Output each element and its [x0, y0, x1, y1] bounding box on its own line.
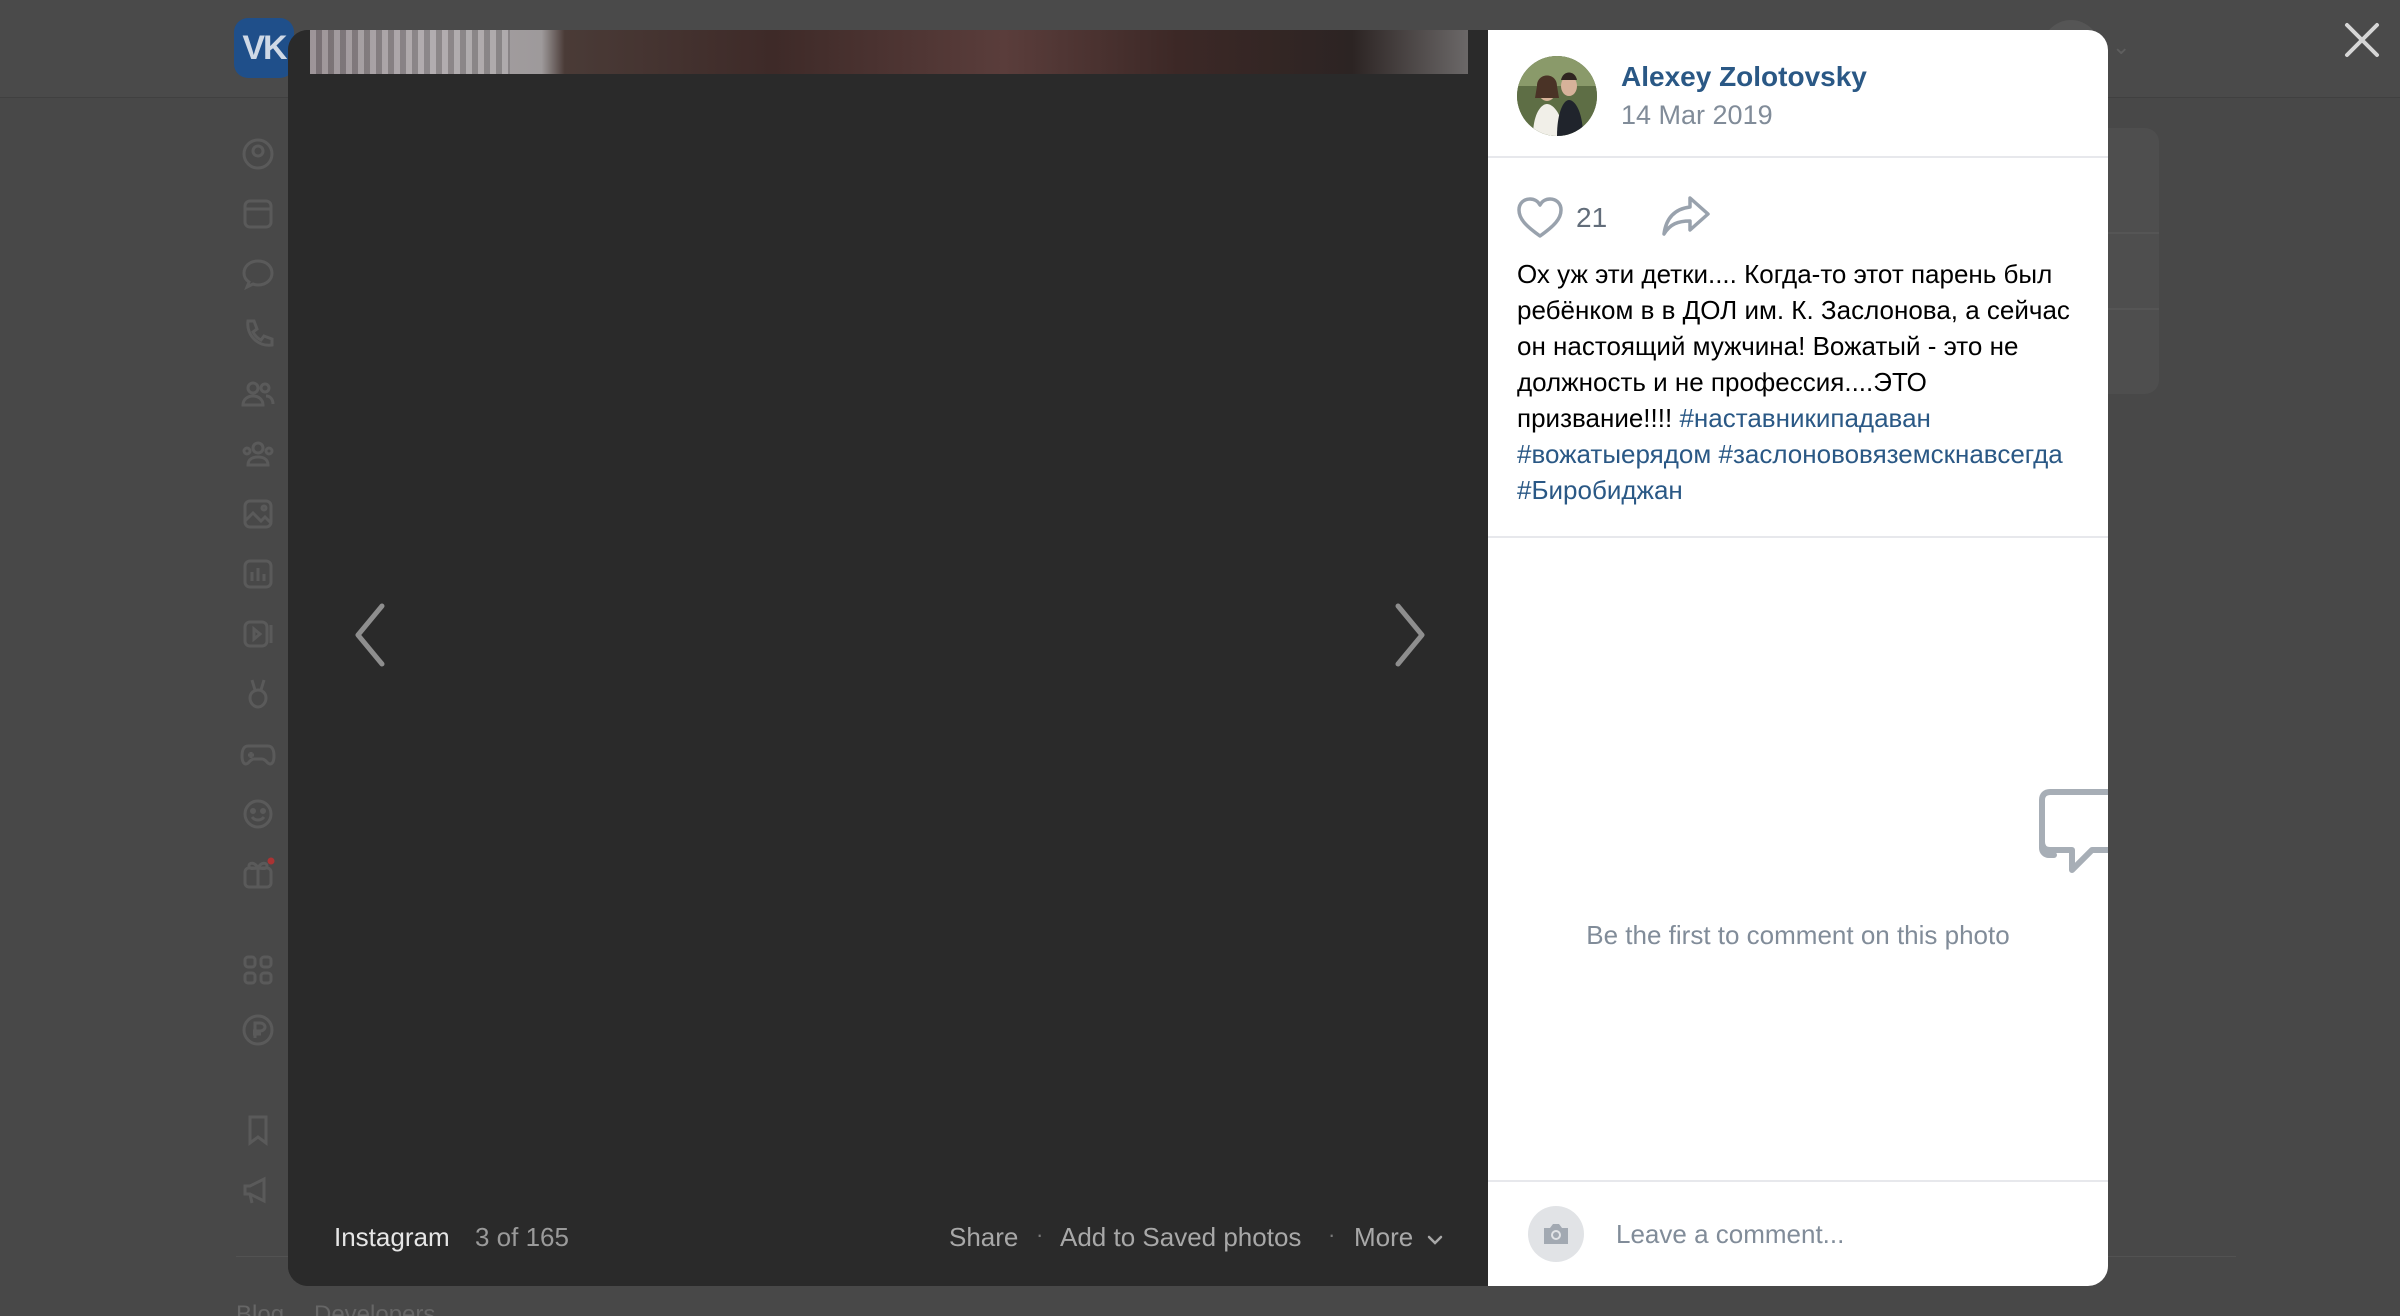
- background-card: [2105, 128, 2159, 394]
- hashtag-link[interactable]: #вожатыерядом: [1517, 439, 1711, 469]
- hashtag-link[interactable]: #наставникипадаван: [1679, 403, 1930, 433]
- gifts-icon: [236, 852, 280, 896]
- profile-icon: [236, 132, 280, 176]
- photos-icon: [236, 492, 280, 536]
- footer-link-blog: Blog: [236, 1301, 285, 1316]
- author-name-link[interactable]: Alexey Zolotovsky: [1621, 61, 1867, 93]
- author-header: Alexey Zolotovsky 14 Mar 2019: [1488, 30, 2108, 158]
- ads-icon: [236, 1168, 280, 1212]
- separator-dot: ·: [1036, 1222, 1044, 1247]
- post-actions: 21: [1488, 190, 2108, 246]
- comments-empty-icon: [2039, 789, 2108, 873]
- close-icon: [2345, 23, 2379, 57]
- friends-icon: [236, 372, 280, 416]
- share-icon: [1662, 196, 1710, 236]
- previous-photo-button[interactable]: [340, 570, 400, 700]
- comment-bar: [1488, 1182, 2108, 1286]
- author-avatar[interactable]: [1517, 56, 1597, 136]
- communities-icon: [236, 432, 280, 476]
- separator-dot: ·: [1328, 1222, 1336, 1247]
- post-caption: Ох уж эти детки.... Когда-то этот парень…: [1517, 256, 2087, 508]
- more-label: More: [1354, 1222, 1414, 1252]
- comment-input[interactable]: [1616, 1204, 2076, 1264]
- background-chevron-icon: ⌄: [2112, 34, 2131, 59]
- divider: [1488, 536, 2108, 538]
- photo-footer: Instagram 3 of 165 Share · Add to Saved …: [288, 1206, 1488, 1266]
- attach-photo-button[interactable]: [1528, 1206, 1584, 1262]
- hashtag-link[interactable]: #Биробиджан: [1517, 475, 1683, 505]
- chevron-left-icon: [355, 603, 385, 667]
- more-menu-button[interactable]: More: [1354, 1222, 1444, 1253]
- add-to-saved-link[interactable]: Add to Saved photos: [1060, 1222, 1301, 1253]
- photo-viewer: Instagram 3 of 165 Share · Add to Saved …: [288, 30, 2108, 1286]
- share-link[interactable]: Share: [949, 1222, 1018, 1253]
- heart-icon: [1517, 197, 1563, 238]
- album-source-link[interactable]: Instagram: [334, 1222, 450, 1253]
- photo-info-panel: Alexey Zolotovsky 14 Mar 2019 21 Ох уж э…: [1488, 30, 2108, 1286]
- games-icon: [236, 732, 280, 776]
- chevron-down-icon: [1428, 1235, 1443, 1245]
- like-button[interactable]: 21: [1516, 190, 1607, 246]
- stickers-icon: [236, 792, 280, 836]
- videos-icon: [236, 612, 280, 656]
- calls-icon: [236, 312, 280, 356]
- like-count: 21: [1576, 202, 1608, 233]
- close-viewer-button[interactable]: [2336, 14, 2388, 66]
- comments-empty-text: Be the first to comment on this photo: [1586, 920, 2010, 950]
- messages-icon: [236, 252, 280, 296]
- hashtag-link[interactable]: #заслонововяземскнавсегда: [1718, 439, 2062, 469]
- photo-image: [310, 30, 1468, 74]
- photo-counter: 3 of 165: [475, 1222, 569, 1252]
- post-date[interactable]: 14 Mar 2019: [1621, 100, 1773, 131]
- camera-icon: [1544, 1224, 1568, 1244]
- mini-apps-icon: [236, 948, 280, 992]
- vk-logo: VK: [234, 18, 294, 78]
- photo-area[interactable]: Instagram 3 of 165 Share · Add to Saved …: [288, 30, 1488, 1286]
- next-photo-button[interactable]: [1380, 570, 1440, 700]
- bookmarks-icon: [236, 1108, 280, 1152]
- clips-icon: [236, 672, 280, 716]
- payments-icon: [236, 1008, 280, 1052]
- news-icon: [236, 192, 280, 236]
- music-icon: [236, 552, 280, 596]
- chevron-right-icon: [1395, 603, 1425, 667]
- footer-link-developers: Developers: [314, 1301, 436, 1316]
- share-button[interactable]: [1660, 194, 1712, 243]
